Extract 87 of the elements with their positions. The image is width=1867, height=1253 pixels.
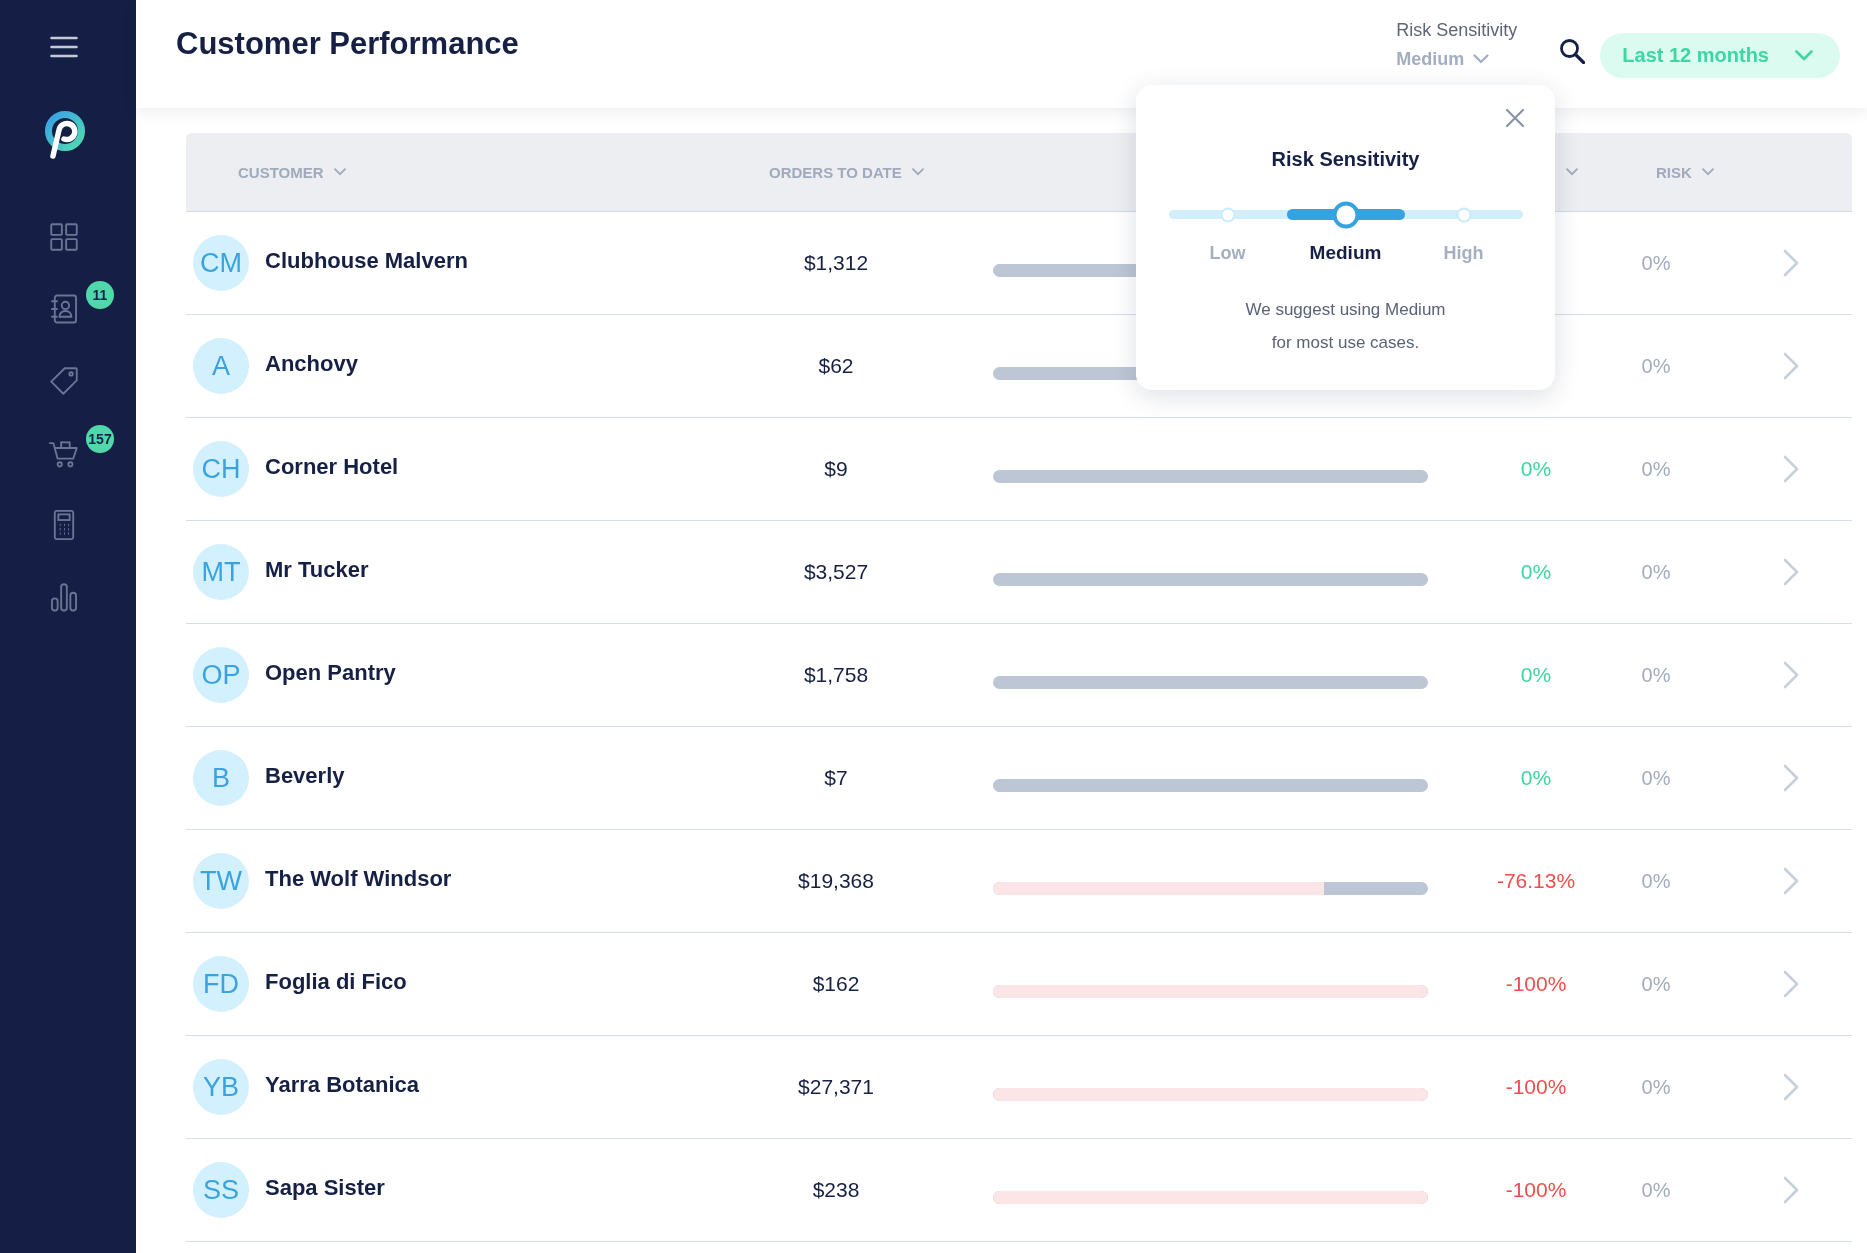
chevron-right-icon[interactable]	[1783, 1176, 1799, 1204]
change-value: 0%	[1520, 663, 1552, 687]
orders-value: $27,371	[798, 1075, 874, 1099]
change-value: -100%	[1505, 972, 1567, 996]
change-value: 0%	[1520, 457, 1552, 481]
risk-value: 0%	[1641, 354, 1671, 378]
customer-name: Yarra Botanica	[265, 1072, 420, 1098]
customer-name: Clubhouse Malvern	[265, 248, 468, 274]
customer-name: Sapa Sister	[265, 1175, 385, 1201]
slider-stop-icon[interactable]	[1456, 207, 1471, 222]
orders-value: $9	[824, 457, 848, 481]
initials-avatar: MT	[193, 544, 249, 600]
risk-value: 0%	[1641, 1178, 1671, 1202]
orders-value: $1,312	[803, 251, 869, 275]
change-value: -100%	[1505, 1075, 1567, 1099]
chevron-right-icon[interactable]	[1783, 558, 1799, 586]
count-badge: 157	[86, 425, 114, 453]
initials-avatar: SS	[193, 1162, 249, 1218]
close-icon	[1505, 108, 1525, 128]
orders-value: $62	[818, 354, 854, 378]
customer-name: The Wolf Windsor	[265, 866, 452, 892]
count-badge: 11	[86, 281, 114, 309]
customer-name: Anchovy	[265, 351, 358, 377]
chevron-right-icon[interactable]	[1783, 661, 1799, 689]
menu-icon	[50, 36, 78, 58]
chevron-right-icon[interactable]	[1783, 249, 1799, 277]
risk-value: 0%	[1641, 766, 1671, 790]
initials-avatar: TW	[193, 853, 249, 909]
orders-value: $3,527	[803, 560, 869, 584]
initials-avatar: OP	[193, 647, 249, 703]
column-header[interactable]: CUSTOMER	[238, 163, 346, 181]
chevron-down-icon	[1473, 54, 1490, 64]
change-value: 0%	[1520, 560, 1552, 584]
orders-value: $1,758	[803, 663, 869, 687]
orders-value: $7	[824, 766, 848, 790]
initials-avatar: YB	[193, 1059, 249, 1115]
column-header[interactable]: ORDERS TO DATE	[769, 163, 924, 181]
sensitivity-option[interactable]: Medium	[1309, 241, 1382, 265]
risk-value: 0%	[1641, 1075, 1671, 1099]
customer-name: Corner Hotel	[265, 454, 399, 480]
change-value: 0%	[1520, 766, 1552, 790]
sensitivity-option[interactable]: Low	[1209, 241, 1246, 265]
initials-avatar: A	[193, 338, 249, 394]
change-value: -76.13%	[1496, 869, 1576, 893]
search-button[interactable]	[1559, 38, 1586, 64]
popover-title: Risk Sensitivity	[1271, 147, 1420, 172]
chevron-right-icon[interactable]	[1783, 764, 1799, 792]
chevron-right-icon[interactable]	[1783, 455, 1799, 483]
risk-value: 0%	[1641, 663, 1671, 687]
chevron-down-icon	[1795, 50, 1813, 61]
customer-name: Mr Tucker	[265, 557, 369, 583]
risk-value: 0%	[1641, 457, 1671, 481]
customer-name: Foglia di Fico	[265, 969, 407, 995]
slider-stop-icon[interactable]	[1220, 207, 1235, 222]
orders-value: $19,368	[798, 869, 874, 893]
orders-value: $162	[812, 972, 860, 996]
orders-value: $238	[812, 1178, 860, 1202]
risk-sensitivity-dropdown[interactable]: Medium	[1396, 47, 1490, 71]
page-title: Customer Performance	[176, 26, 519, 62]
risk-value: 0%	[1641, 560, 1671, 584]
risk-sensitivity-label: Risk Sensitivity	[1396, 19, 1518, 41]
nav-item[interactable]	[47, 220, 81, 254]
risk-value: 0%	[1641, 869, 1671, 893]
change-value: -100%	[1505, 1178, 1567, 1202]
search-icon	[1559, 38, 1586, 64]
initials-avatar: CH	[193, 441, 249, 497]
grid-icon	[47, 220, 81, 254]
date-range-dropdown[interactable]: Last 12 months	[1600, 33, 1840, 78]
initials-avatar: FD	[193, 956, 249, 1012]
nav-item[interactable]	[47, 364, 81, 398]
customer-name: Beverly	[265, 763, 345, 789]
sort-caret-icon[interactable]	[1566, 168, 1578, 176]
chevron-right-icon[interactable]	[1783, 867, 1799, 895]
risk-value: 0%	[1641, 972, 1671, 996]
menu-button[interactable]	[50, 36, 78, 58]
suggestion-text: We suggest using Medium for most use cases.	[1244, 299, 1447, 354]
customer-name: Open Pantry	[265, 660, 396, 686]
tag-icon	[47, 364, 81, 398]
initials-avatar: CM	[193, 235, 249, 291]
column-header[interactable]: RISK	[1656, 163, 1714, 181]
sensitivity-option[interactable]: High	[1443, 241, 1484, 265]
chevron-right-icon[interactable]	[1783, 1073, 1799, 1101]
close-button[interactable]	[1505, 108, 1525, 128]
initials-avatar: B	[193, 750, 249, 806]
chevron-right-icon[interactable]	[1783, 352, 1799, 380]
chevron-right-icon[interactable]	[1783, 970, 1799, 998]
risk-value: 0%	[1641, 251, 1671, 275]
